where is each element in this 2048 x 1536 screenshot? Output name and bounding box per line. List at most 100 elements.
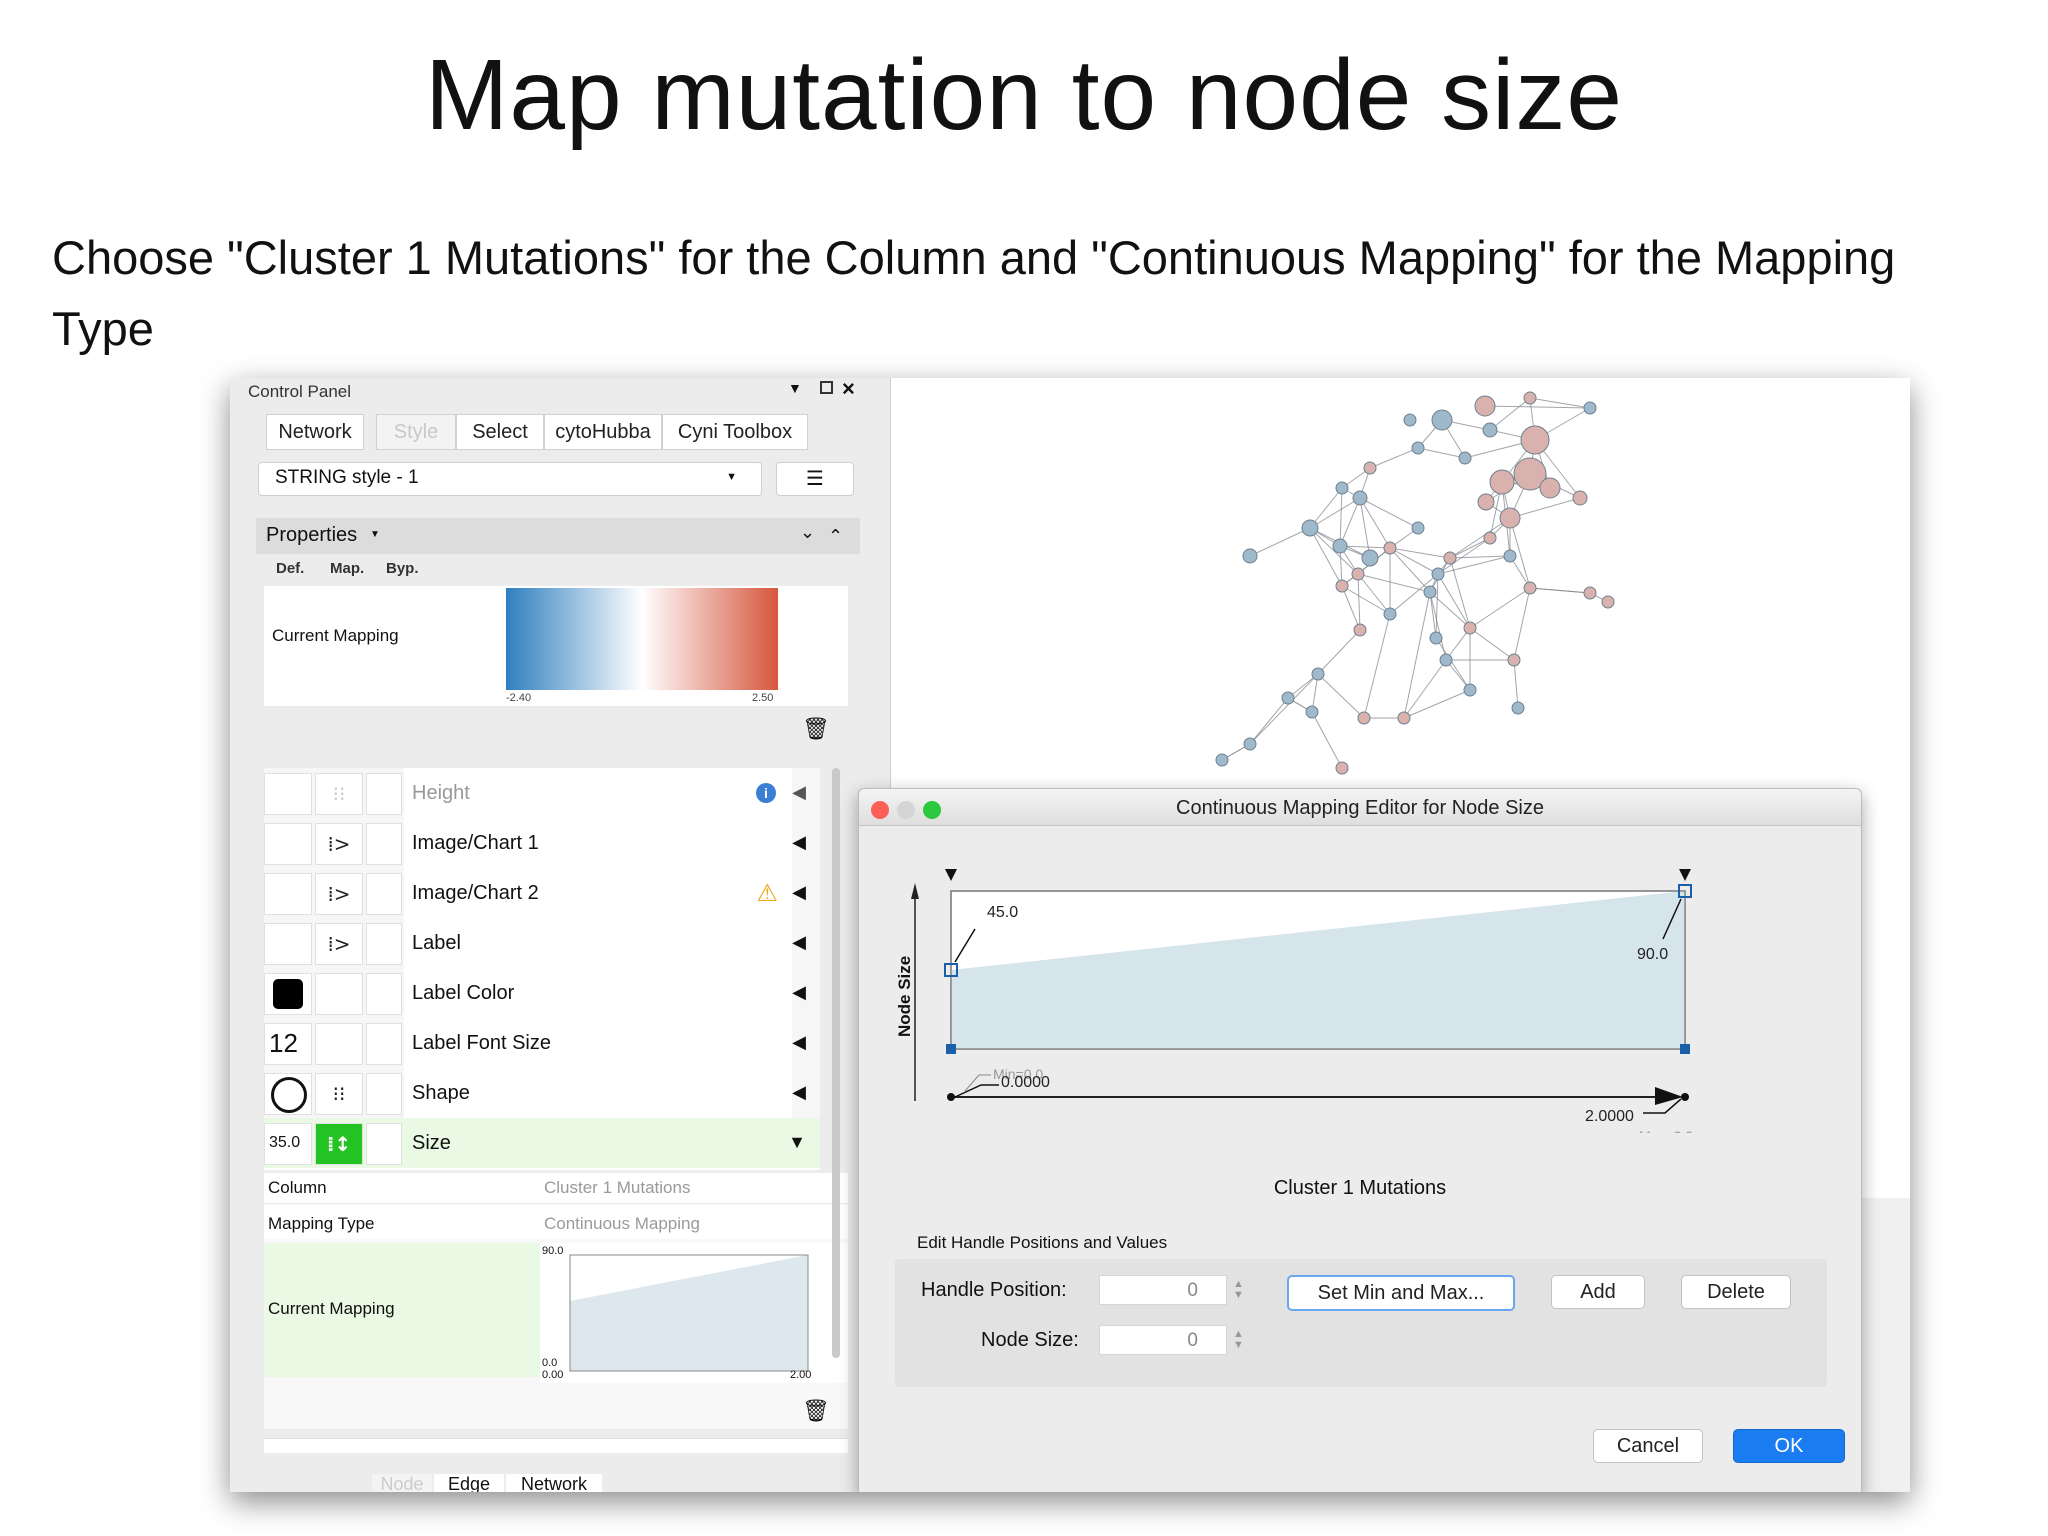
network-node[interactable] bbox=[1572, 490, 1588, 506]
network-node[interactable] bbox=[1383, 607, 1397, 621]
mapping-cell[interactable] bbox=[315, 973, 363, 1015]
expand-all-icon[interactable]: ⌃ bbox=[828, 526, 843, 547]
expand-arrow-left-icon[interactable]: ◀ bbox=[792, 1032, 806, 1053]
network-edge[interactable] bbox=[1339, 487, 1343, 547]
property-row[interactable]: ⁝⁝ Height i ◀ bbox=[264, 768, 820, 820]
mapping-editor-area[interactable]: 45.090.0Min=0.00.00002.0000Max=2.0 bbox=[871, 833, 1849, 1144]
mapping-cell[interactable]: ⁞↕ bbox=[315, 1123, 363, 1165]
network-node[interactable] bbox=[1443, 551, 1457, 565]
bypass-cell[interactable] bbox=[366, 923, 402, 965]
network-node[interactable] bbox=[1397, 711, 1411, 725]
network-node[interactable] bbox=[1583, 586, 1597, 600]
network-node[interactable] bbox=[1483, 531, 1497, 545]
network-edge[interactable] bbox=[1317, 629, 1361, 675]
network-canvas[interactable] bbox=[890, 378, 1910, 798]
size-mapping-preview[interactable]: 90.0 0.0 0.00 2.00 bbox=[540, 1243, 848, 1383]
network-node[interactable] bbox=[1352, 490, 1368, 506]
panel-menu-icon[interactable]: ▼ bbox=[788, 380, 802, 396]
network-node[interactable] bbox=[1301, 519, 1319, 537]
handle-base[interactable] bbox=[946, 1044, 956, 1054]
handle-base[interactable] bbox=[1680, 1044, 1690, 1054]
mapping-chart[interactable]: 45.090.0Min=0.00.00002.0000Max=2.0 bbox=[871, 833, 1849, 1144]
property-row[interactable]: ⁝⁝ Shape ◀ bbox=[264, 1068, 820, 1120]
network-edge[interactable] bbox=[1489, 397, 1531, 431]
network-edge[interactable] bbox=[1357, 573, 1361, 631]
network-node[interactable] bbox=[1520, 425, 1550, 455]
bypass-cell[interactable] bbox=[366, 1023, 402, 1065]
size-trash-icon[interactable]: 🗑 bbox=[802, 1398, 830, 1424]
network-node[interactable] bbox=[1363, 461, 1377, 475]
network-node[interactable] bbox=[1335, 761, 1349, 775]
default-value-cell[interactable] bbox=[264, 823, 312, 865]
network-edge[interactable] bbox=[1469, 627, 1515, 661]
default-value-cell[interactable]: 12 bbox=[264, 1023, 312, 1065]
network-edge[interactable] bbox=[1357, 573, 1391, 615]
network-node[interactable] bbox=[1511, 701, 1525, 715]
network-node[interactable] bbox=[1353, 623, 1367, 637]
network-edge[interactable] bbox=[1309, 527, 1359, 575]
properties-scrollbar[interactable] bbox=[832, 768, 840, 1358]
bypass-cell[interactable] bbox=[366, 1073, 402, 1115]
handle-position-stepper[interactable]: ▲ ▼ bbox=[1233, 1279, 1244, 1301]
property-row[interactable]: ⁞> Image/Chart 1 ◀ bbox=[264, 818, 820, 870]
network-node[interactable] bbox=[1463, 683, 1477, 697]
mapping-cell[interactable]: ⁞> bbox=[315, 873, 363, 915]
network-node[interactable] bbox=[1243, 737, 1257, 751]
network-edge[interactable] bbox=[1309, 497, 1361, 529]
network-edge[interactable] bbox=[1311, 711, 1343, 769]
tab-network-bottom[interactable]: Network bbox=[506, 1474, 602, 1492]
network-node[interactable] bbox=[1439, 653, 1453, 667]
expand-arrow-left-icon[interactable]: ◀ bbox=[792, 782, 806, 803]
expand-arrow-left-icon[interactable]: ◀ bbox=[792, 982, 806, 1003]
left-range-marker[interactable] bbox=[945, 869, 957, 881]
close-icon[interactable]: × bbox=[842, 378, 855, 402]
collapse-all-icon[interactable]: ⌄ bbox=[800, 522, 815, 543]
network-node[interactable] bbox=[1311, 667, 1325, 681]
network-node[interactable] bbox=[1523, 391, 1537, 405]
default-value-cell[interactable]: 35.0 bbox=[264, 1123, 312, 1165]
network-node[interactable] bbox=[1458, 451, 1472, 465]
network-edge[interactable] bbox=[1484, 405, 1591, 409]
network-node[interactable] bbox=[1431, 567, 1445, 581]
network-node[interactable] bbox=[1383, 541, 1397, 555]
network-node[interactable] bbox=[1357, 711, 1371, 725]
network-node[interactable] bbox=[1431, 409, 1453, 431]
network-edge[interactable] bbox=[1449, 517, 1511, 559]
network-edge[interactable] bbox=[1363, 613, 1391, 719]
network-node[interactable] bbox=[1351, 567, 1365, 581]
property-row[interactable]: Label Color ◀ bbox=[264, 968, 820, 1020]
network-edge[interactable] bbox=[1317, 673, 1365, 719]
property-row[interactable]: 35.0 ⁞↕ Size ▼ bbox=[264, 1118, 820, 1170]
bypass-cell[interactable] bbox=[366, 1123, 402, 1165]
network-edge[interactable] bbox=[1509, 497, 1581, 519]
network-node[interactable] bbox=[1429, 631, 1443, 645]
tab-style[interactable]: Style bbox=[376, 414, 456, 450]
mapping-cell[interactable]: ⁞> bbox=[315, 923, 363, 965]
network-edge[interactable] bbox=[1341, 585, 1361, 631]
default-value-cell[interactable] bbox=[264, 873, 312, 915]
network-node[interactable] bbox=[1332, 538, 1348, 554]
tab-select[interactable]: Select bbox=[456, 414, 544, 450]
ok-button[interactable]: OK bbox=[1733, 1429, 1845, 1463]
delete-button[interactable]: Delete bbox=[1681, 1275, 1791, 1309]
bypass-cell[interactable] bbox=[366, 823, 402, 865]
network-node[interactable] bbox=[1281, 691, 1295, 705]
network-edge[interactable] bbox=[1513, 587, 1531, 661]
tab-edge[interactable]: Edge bbox=[434, 1474, 504, 1492]
network-node[interactable] bbox=[1601, 595, 1615, 609]
network-edge[interactable] bbox=[1417, 447, 1466, 459]
network-edge[interactable] bbox=[1341, 585, 1391, 615]
property-row[interactable]: ⁞> Image/Chart 2 ⚠ ◀ bbox=[264, 868, 820, 920]
mapping-type-select[interactable]: Continuous Mapping bbox=[544, 1214, 700, 1234]
expand-arrow-left-icon[interactable]: ◀ bbox=[792, 1082, 806, 1103]
network-edge[interactable] bbox=[1469, 587, 1531, 629]
node-size-field[interactable]: 0 bbox=[1099, 1325, 1227, 1355]
property-row[interactable]: ⁞> Label ◀ bbox=[264, 918, 820, 970]
info-icon[interactable]: i bbox=[756, 783, 776, 803]
network-node[interactable] bbox=[1583, 401, 1597, 415]
mapping-cell[interactable]: ⁝⁝ bbox=[315, 773, 363, 815]
network-node[interactable] bbox=[1503, 549, 1517, 563]
network-node[interactable] bbox=[1474, 395, 1496, 417]
network-node[interactable] bbox=[1507, 653, 1521, 667]
property-row[interactable]: 12 Label Font Size ◀ bbox=[264, 1018, 820, 1070]
